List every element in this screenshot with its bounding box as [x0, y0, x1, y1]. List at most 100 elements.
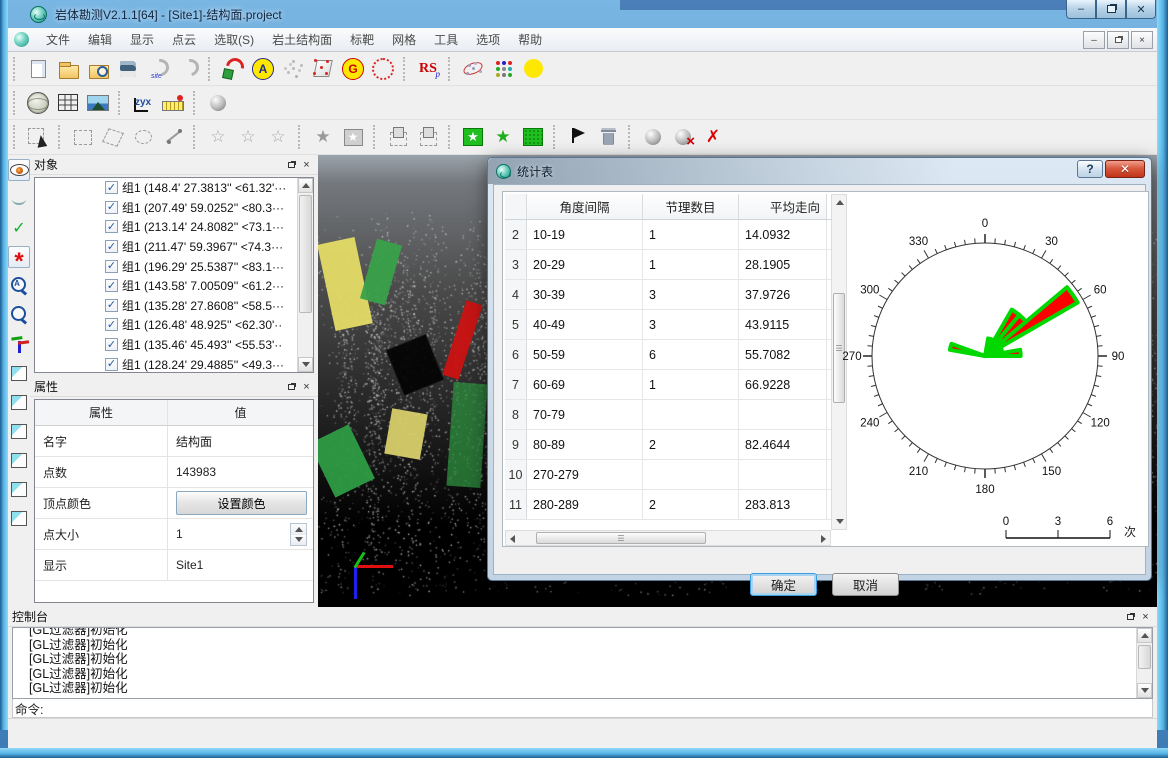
circle-a-icon[interactable]: A [249, 55, 277, 83]
menu-item[interactable]: 编辑 [79, 27, 121, 52]
star-box-icon[interactable]: ★ [339, 123, 367, 151]
scroll-down-icon[interactable] [1137, 683, 1152, 698]
menu-item[interactable]: 选项 [467, 27, 509, 52]
sphere-delete-icon[interactable] [669, 123, 697, 151]
menu-item[interactable]: 工具 [425, 27, 467, 52]
menu-item[interactable]: 点云 [163, 27, 205, 52]
objects-scrollbar[interactable] [297, 178, 313, 372]
title-bar[interactable]: 岩体勘测V2.1.1[64] - [Site1]-结构面.project – ✕ [0, 0, 1168, 28]
stats-row[interactable]: 540-49343.9115 [505, 310, 831, 340]
rs-p-icon[interactable]: RS [414, 55, 442, 83]
stats-row[interactable]: 430-39337.9726 [505, 280, 831, 310]
dialog-titlebar[interactable]: 统计表 ? ✕ [488, 158, 1151, 184]
cube-5-icon[interactable] [8, 478, 30, 500]
eye-icon[interactable] [8, 159, 30, 181]
stats-row[interactable]: 11280-2892283.813 [505, 490, 831, 520]
console-scrollbar[interactable] [1136, 628, 1152, 698]
axis-triad-icon[interactable] [8, 333, 30, 355]
green-star-icon[interactable]: ★ [489, 123, 517, 151]
ok-button[interactable]: 确定 [750, 573, 817, 596]
cube-4-icon[interactable] [8, 449, 30, 471]
object-checkbox[interactable]: ✓ [105, 279, 118, 292]
close-icon[interactable]: ✕ [1126, 0, 1156, 19]
maximize-icon[interactable] [1096, 0, 1126, 19]
mesh-grid-icon[interactable] [54, 89, 82, 117]
ruler-icon[interactable] [159, 89, 187, 117]
stats-row[interactable]: 210-19114.0932 [505, 220, 831, 250]
green-box-icon[interactable] [519, 123, 547, 151]
stats-row[interactable]: 10270-279 [505, 460, 831, 490]
mdi-minimize-icon[interactable]: – [1083, 31, 1105, 49]
object-list-item[interactable]: ✓组1 (211.47' 59.3967'' <74.3··· [35, 237, 297, 257]
dialog-help-icon[interactable]: ? [1077, 160, 1103, 178]
menu-item[interactable]: 网格 [383, 27, 425, 52]
axis-zyx-icon[interactable]: zyx [129, 89, 157, 117]
cube-3-icon[interactable] [8, 420, 30, 442]
properties-panel-titlebar[interactable]: 属性 × [30, 377, 318, 397]
menu-item[interactable]: 标靶 [341, 27, 383, 52]
object-checkbox[interactable]: ✓ [105, 240, 118, 253]
object-list-item[interactable]: ✓组1 (143.58' 7.00509'' <61.2··· [35, 276, 297, 296]
console-scroll-thumb[interactable] [1138, 645, 1151, 669]
zoom-a-icon[interactable]: A [8, 275, 30, 297]
zoom-icon[interactable] [8, 304, 30, 326]
new-file-icon[interactable] [24, 55, 52, 83]
stats-table-hscrollbar[interactable]: ☰ [505, 530, 831, 546]
command-input[interactable] [43, 699, 1152, 717]
open-file-icon[interactable] [54, 55, 82, 83]
scroll-up-icon[interactable] [298, 178, 313, 193]
menu-item[interactable]: 选取(S) [205, 27, 263, 52]
globe-icon[interactable] [24, 89, 52, 117]
stats-hscroll-thumb[interactable]: ☰ [536, 532, 706, 544]
c2-icon[interactable]: C2 [519, 55, 547, 83]
cube-6-icon[interactable] [8, 507, 30, 529]
set-color-button[interactable]: 设置颜色 [176, 491, 307, 515]
grid-box-2-icon[interactable] [414, 123, 442, 151]
console-titlebar[interactable]: 控制台 × [8, 607, 1157, 627]
stats-row[interactable]: 320-29128.1905 [505, 250, 831, 280]
object-list-item[interactable]: ✓组1 (196.29' 25.5387'' <83.1··· [35, 256, 297, 276]
object-list-item[interactable]: ✓组1 (128.24' 29.4885'' <49.3··· [35, 354, 297, 372]
object-list-item[interactable]: ✓组1 (126.48' 48.925'' <62.30'·· [35, 315, 297, 335]
scroll-up-icon[interactable] [1137, 628, 1152, 643]
properties-close-icon[interactable]: × [299, 380, 314, 394]
circle-g-icon[interactable]: G [339, 55, 367, 83]
polyhedron-icon[interactable] [309, 55, 337, 83]
sphere-icon[interactable] [204, 89, 232, 117]
grid-box-1-icon[interactable] [384, 123, 412, 151]
save-icon[interactable] [114, 55, 142, 83]
stats-row[interactable]: 870-79 [505, 400, 831, 430]
object-list-item[interactable]: ✓组1 (135.28' 27.8608'' <58.5··· [35, 296, 297, 316]
cube-2-icon[interactable] [8, 391, 30, 413]
open-search-icon[interactable] [84, 55, 112, 83]
polygon-select-icon[interactable] [99, 123, 127, 151]
star-solid-icon[interactable]: ★ [309, 123, 337, 151]
image-view-icon[interactable] [84, 89, 112, 117]
object-checkbox[interactable]: ✓ [105, 358, 118, 371]
menu-item[interactable]: 文件 [37, 27, 79, 52]
object-checkbox[interactable]: ✓ [105, 299, 118, 312]
objects-close-icon[interactable]: × [299, 158, 314, 172]
curve-icon[interactable] [174, 55, 202, 83]
star-select-3-icon[interactable]: ☆ [264, 123, 292, 151]
line-select-icon[interactable] [159, 123, 187, 151]
join-arrow-icon[interactable] [219, 55, 247, 83]
object-list-item[interactable]: ✓组1 (148.4' 27.3813'' <61.32'··· [35, 178, 297, 198]
console-close-icon[interactable]: × [1138, 610, 1153, 624]
ellipse-fit-icon[interactable] [459, 55, 487, 83]
lasso-select-icon[interactable] [129, 123, 157, 151]
object-list-item[interactable]: ✓组1 (213.14' 24.8082'' <73.1··· [35, 217, 297, 237]
point-size-stepper[interactable] [290, 523, 307, 546]
properties-float-icon[interactable] [284, 380, 299, 394]
curve-tool-icon[interactable] [8, 188, 30, 210]
object-checkbox[interactable]: ✓ [105, 260, 118, 273]
cancel-button[interactable]: 取消 [832, 573, 899, 596]
cube-1-icon[interactable] [8, 362, 30, 384]
sphere-view-icon[interactable] [639, 123, 667, 151]
minimize-icon[interactable]: – [1066, 0, 1096, 19]
object-checkbox[interactable]: ✓ [105, 201, 118, 214]
stats-row[interactable]: 760-69166.9228 [505, 370, 831, 400]
color-points-icon[interactable] [489, 55, 517, 83]
stats-row[interactable]: 650-59655.7082 [505, 340, 831, 370]
point-set-icon[interactable] [279, 55, 307, 83]
